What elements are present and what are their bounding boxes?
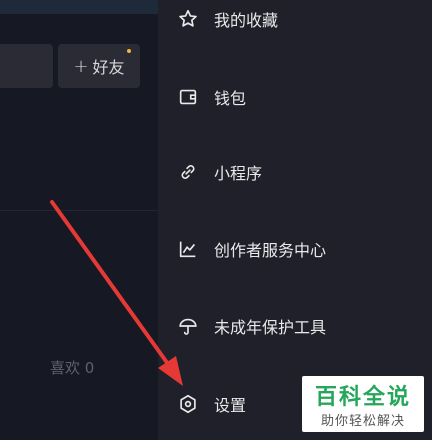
profile-pane: + 好友 喜欢 0: [0, 0, 158, 440]
settings-icon: [176, 392, 200, 416]
add-friend-button[interactable]: + 好友: [58, 44, 140, 88]
menu-item-label: 创作者服务中心: [214, 241, 327, 260]
watermark-title: 百科全说: [314, 385, 411, 410]
link-icon: [176, 160, 200, 184]
edit-profile-button[interactable]: [0, 44, 53, 88]
menu-item-wallet[interactable]: 钱包: [158, 75, 432, 119]
umbrella-icon: [176, 314, 200, 338]
menu-item-creator-center[interactable]: 创作者服务中心: [158, 227, 432, 271]
menu-item-favorites[interactable]: 我的收藏: [158, 0, 432, 41]
profile-header-band: [0, 0, 158, 14]
menu-item-mini-programs[interactable]: 小程序: [158, 150, 432, 194]
plus-icon: +: [73, 55, 89, 77]
menu-item-label: 小程序: [214, 164, 263, 183]
star-icon: [176, 7, 200, 31]
add-friend-label: 好友: [92, 58, 125, 77]
side-drawer-menu: 我的收藏 钱包 小程序 创作者服务中心 未成年保护工具 设置: [158, 0, 432, 440]
watermark-subtitle: 助你轻松解决: [320, 414, 405, 429]
menu-item-minor-protection[interactable]: 未成年保护工具: [158, 304, 432, 348]
menu-item-label: 我的收藏: [214, 11, 279, 30]
likes-tab[interactable]: 喜欢 0: [50, 357, 94, 378]
menu-item-label: 设置: [214, 396, 247, 415]
watermark-logo: 百科全说 助你轻松解决: [302, 376, 424, 432]
wallet-icon: [176, 85, 200, 109]
menu-item-label: 钱包: [214, 89, 247, 108]
divider: [0, 210, 158, 211]
chart-icon: [176, 237, 200, 261]
notification-dot: [127, 49, 131, 53]
menu-item-label: 未成年保护工具: [214, 318, 327, 337]
